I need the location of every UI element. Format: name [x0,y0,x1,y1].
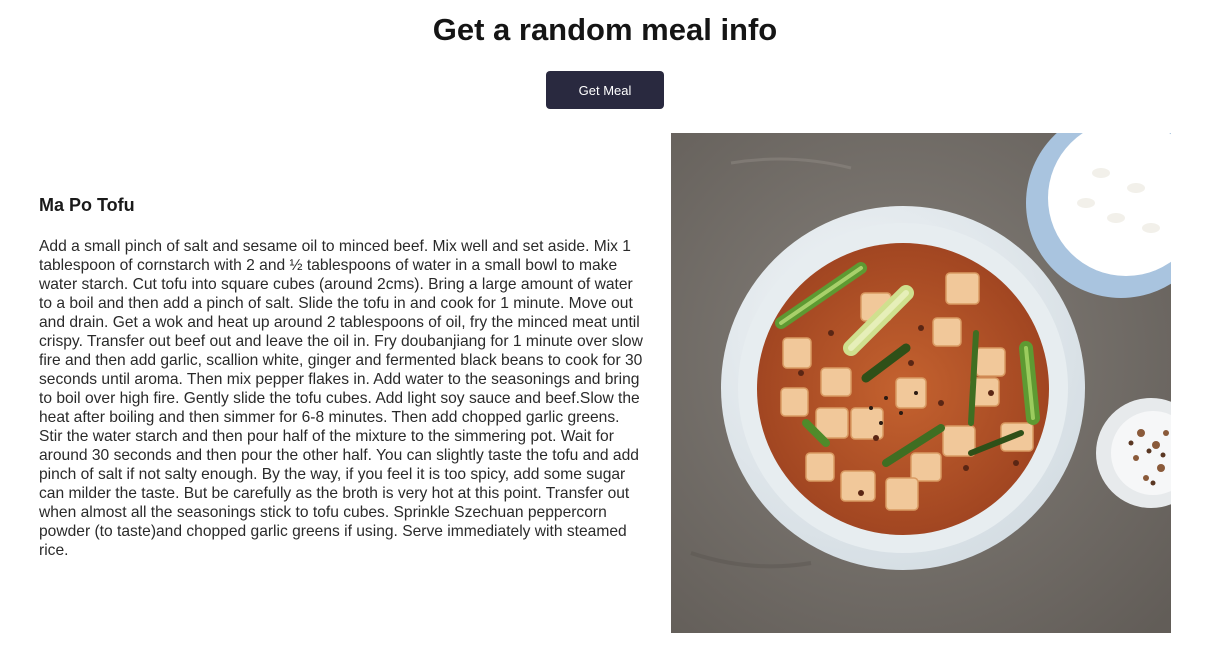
get-meal-button[interactable]: Get Meal [546,71,664,109]
page-title: Get a random meal info [432,12,778,47]
meal-image [671,133,1171,633]
page: Get a random meal info Get Meal Ma Po To… [0,0,1218,665]
meal-name: Ma Po Tofu [39,195,135,215]
meal-instructions: Add a small pinch of salt and sesame oil… [39,238,643,559]
